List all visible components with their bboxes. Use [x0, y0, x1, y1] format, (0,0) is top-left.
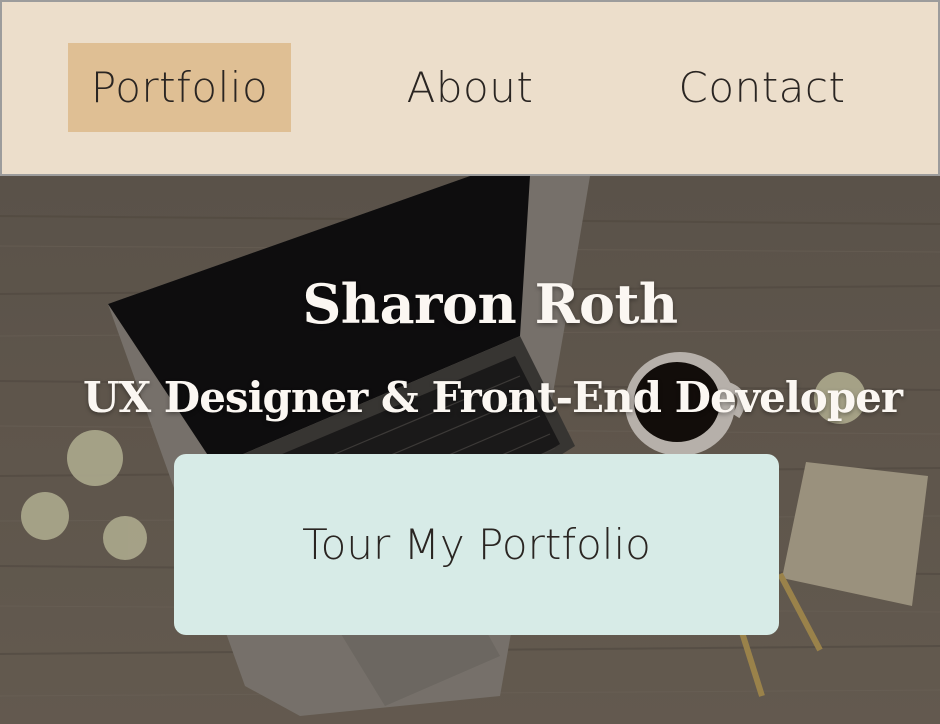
page-subtitle: UX Designer & Front-End Developer [82, 372, 903, 422]
top-navigation: Portfolio About Contact [0, 0, 940, 176]
tour-portfolio-button[interactable]: Tour My Portfolio [174, 454, 779, 635]
hero-background-image [0, 176, 940, 724]
nav-item-about[interactable]: About [392, 43, 548, 132]
nav-item-portfolio[interactable]: Portfolio [68, 43, 291, 132]
nav-item-contact[interactable]: Contact [664, 43, 860, 132]
hero-section: Sharon Roth UX Designer & Front-End Deve… [0, 176, 940, 724]
page-title: Sharon Roth [302, 272, 678, 337]
